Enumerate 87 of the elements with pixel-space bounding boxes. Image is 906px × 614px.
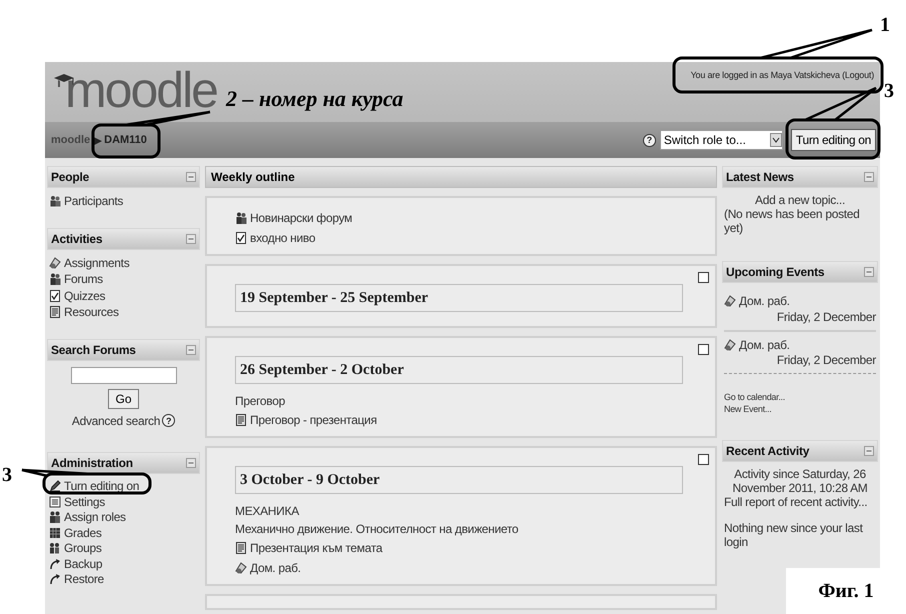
- block-title: Search Forums: [51, 342, 136, 356]
- block-title: Administration: [51, 456, 133, 470]
- list-icon: [49, 496, 61, 508]
- calendar-link[interactable]: New Event...: [724, 404, 876, 414]
- role-dropdown[interactable]: Switch role to...: [660, 130, 783, 150]
- block-title: Latest News: [726, 170, 794, 184]
- document-icon: [49, 306, 61, 318]
- link[interactable]: Презентация към темата: [250, 541, 382, 555]
- people-icon: [49, 511, 61, 524]
- section-summary: Механично движение. Относителност на движението: [235, 521, 520, 538]
- link[interactable]: Settings: [64, 494, 105, 509]
- block-title: Activities: [51, 232, 102, 246]
- people-icon: [49, 542, 61, 554]
- section-summary: Преговор: [235, 393, 286, 410]
- figure-caption: Фиг. 1: [818, 580, 874, 602]
- link[interactable]: Forums: [64, 272, 103, 286]
- link[interactable]: Restore: [64, 572, 104, 586]
- collapse-icon: [864, 446, 874, 456]
- link[interactable]: Assignments: [64, 256, 130, 270]
- calendar-link[interactable]: Go to calendar...: [724, 392, 876, 402]
- news-message: (No news has been posted yet): [724, 207, 861, 235]
- search-field[interactable]: [70, 366, 176, 384]
- link[interactable]: Quizzes: [64, 288, 106, 303]
- collapse-icon: [864, 172, 874, 182]
- link[interactable]: Resources: [64, 305, 119, 320]
- highlight-checkbox[interactable]: [698, 344, 709, 355]
- section-title: 26 September - 2 October: [235, 356, 683, 384]
- grid-icon: [49, 526, 61, 539]
- people-icon: [235, 212, 247, 224]
- caret-icon: [770, 133, 782, 147]
- paper-hand-icon: [235, 562, 247, 574]
- highlight-outline: [92, 124, 160, 158]
- document-check-icon: [49, 290, 61, 302]
- link[interactable]: Backup: [64, 556, 102, 571]
- edit-button[interactable]: Turn editing on: [790, 129, 876, 151]
- link[interactable]: Преговор - презентация: [250, 413, 377, 427]
- link[interactable]: Новинарски форум: [250, 211, 352, 225]
- collapse-icon: [186, 344, 196, 354]
- link[interactable]: Participants: [64, 194, 124, 208]
- paper-hand-icon: [49, 256, 61, 269]
- event-date: Friday, 2 December: [776, 310, 876, 324]
- document-check-icon: [235, 232, 247, 244]
- block-title: Recent Activity: [726, 444, 810, 458]
- go-button[interactable]: Go: [108, 388, 138, 408]
- section-title: 3 October - 9 October: [235, 466, 683, 494]
- link[interactable]: Grades: [64, 526, 102, 540]
- login-info: You are logged in as Maya Vatskicheva (Logout): [690, 70, 874, 80]
- annotation-label: 3: [2, 464, 12, 487]
- collapse-icon: [186, 172, 196, 182]
- document-icon: [235, 414, 247, 426]
- arrow-icon: [49, 558, 61, 570]
- outline-header: Weekly outline: [205, 166, 717, 188]
- add-topic-link[interactable]: Add a new topic...: [724, 193, 876, 207]
- link[interactable]: Дом. раб.: [739, 294, 790, 308]
- collapse-icon: [186, 458, 196, 468]
- people-icon: [49, 195, 61, 208]
- annotation-label: 2 – номер на курса: [226, 86, 404, 112]
- link[interactable]: Assign roles: [64, 510, 126, 524]
- arrow-icon: [49, 573, 61, 586]
- activity-since: Activity since Saturday, 26 November 2011, 10:28 AM: [732, 467, 868, 495]
- pencil-icon: [49, 480, 61, 492]
- event-date: Friday, 2 December: [776, 353, 876, 367]
- link[interactable]: Дом. раб.: [739, 338, 790, 352]
- breadcrumb-link[interactable]: DAM110: [104, 134, 147, 146]
- link[interactable]: Groups: [64, 541, 102, 556]
- highlight-checkbox[interactable]: [698, 272, 709, 283]
- document-icon: [235, 542, 247, 554]
- link[interactable]: Turn editing on: [64, 479, 140, 494]
- block-title: Upcoming Events: [726, 265, 824, 279]
- section-title: 19 September - 25 September: [235, 284, 683, 312]
- link[interactable]: входно ниво: [250, 231, 316, 245]
- activity-message: Nothing new since your last login: [724, 521, 864, 549]
- collapse-icon: [864, 267, 874, 277]
- collapse-icon: [186, 234, 196, 244]
- paper-hand-icon: [724, 295, 736, 308]
- paper-hand-icon: [724, 338, 736, 351]
- help-icon[interactable]: ?: [642, 134, 656, 146]
- full-report-link[interactable]: Full report of recent activity...: [724, 495, 876, 509]
- block-title: People: [51, 170, 90, 184]
- help-icon[interactable]: ?: [162, 414, 176, 427]
- annotation-label: 1: [880, 14, 890, 37]
- people-icon: [49, 273, 61, 286]
- link[interactable]: Дом. раб.: [250, 561, 301, 575]
- annotation-label: 3: [884, 80, 894, 103]
- highlight-checkbox[interactable]: [698, 454, 709, 465]
- advanced-search-link[interactable]: Advanced search: [72, 414, 160, 428]
- section-summary: МЕХАНИКА: [235, 503, 300, 520]
